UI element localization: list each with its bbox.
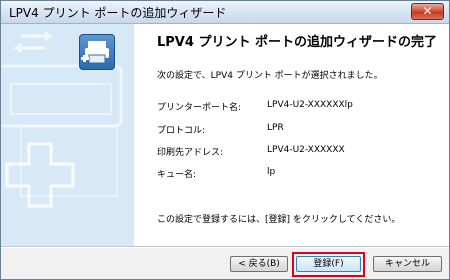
setting-value: LPV4-U2-XXXXXX [267, 145, 345, 155]
setting-label: 印刷先アドレス: [157, 148, 224, 158]
wizard-window: LPV4 プリント ポートの追加ウィザード ✕ LPV4 プリント ポートの追加… [0, 0, 450, 280]
printer-port-icon [79, 34, 115, 70]
setting-value: LPR [267, 123, 284, 133]
setting-value: lp [267, 167, 276, 177]
wizard-content: LPV4 プリント ポートの追加ウィザードの完了 次の設定で、LPV4 プリント… [134, 24, 449, 246]
setting-label: プリンターポート名: [157, 103, 242, 113]
window-title: LPV4 プリント ポートの追加ウィザード [9, 6, 227, 20]
button-separator [1, 246, 449, 248]
back-button[interactable]: < 戻る(B) [230, 256, 288, 272]
instruction-text: この設定で登録するには、[登録] をクリックしてください。 [157, 215, 401, 225]
cancel-button[interactable]: キャンセル [373, 256, 442, 272]
wizard-sidebar-banner [1, 24, 134, 246]
setting-value: LPV4-U2-XXXXXXlp [267, 100, 353, 110]
setting-label: キュー名: [157, 170, 197, 180]
title-bar: LPV4 プリント ポートの追加ウィザード ✕ [1, 1, 449, 24]
register-button[interactable]: 登録(F) [296, 256, 361, 272]
setting-label: プロトコル: [157, 126, 206, 136]
page-title: LPV4 プリント ポートの追加ウィザードの完了 [157, 35, 437, 50]
close-button[interactable]: ✕ [411, 3, 444, 20]
intro-text: 次の設定で、LPV4 プリント ポートが選択されました。 [157, 71, 383, 81]
close-icon: ✕ [422, 4, 433, 18]
